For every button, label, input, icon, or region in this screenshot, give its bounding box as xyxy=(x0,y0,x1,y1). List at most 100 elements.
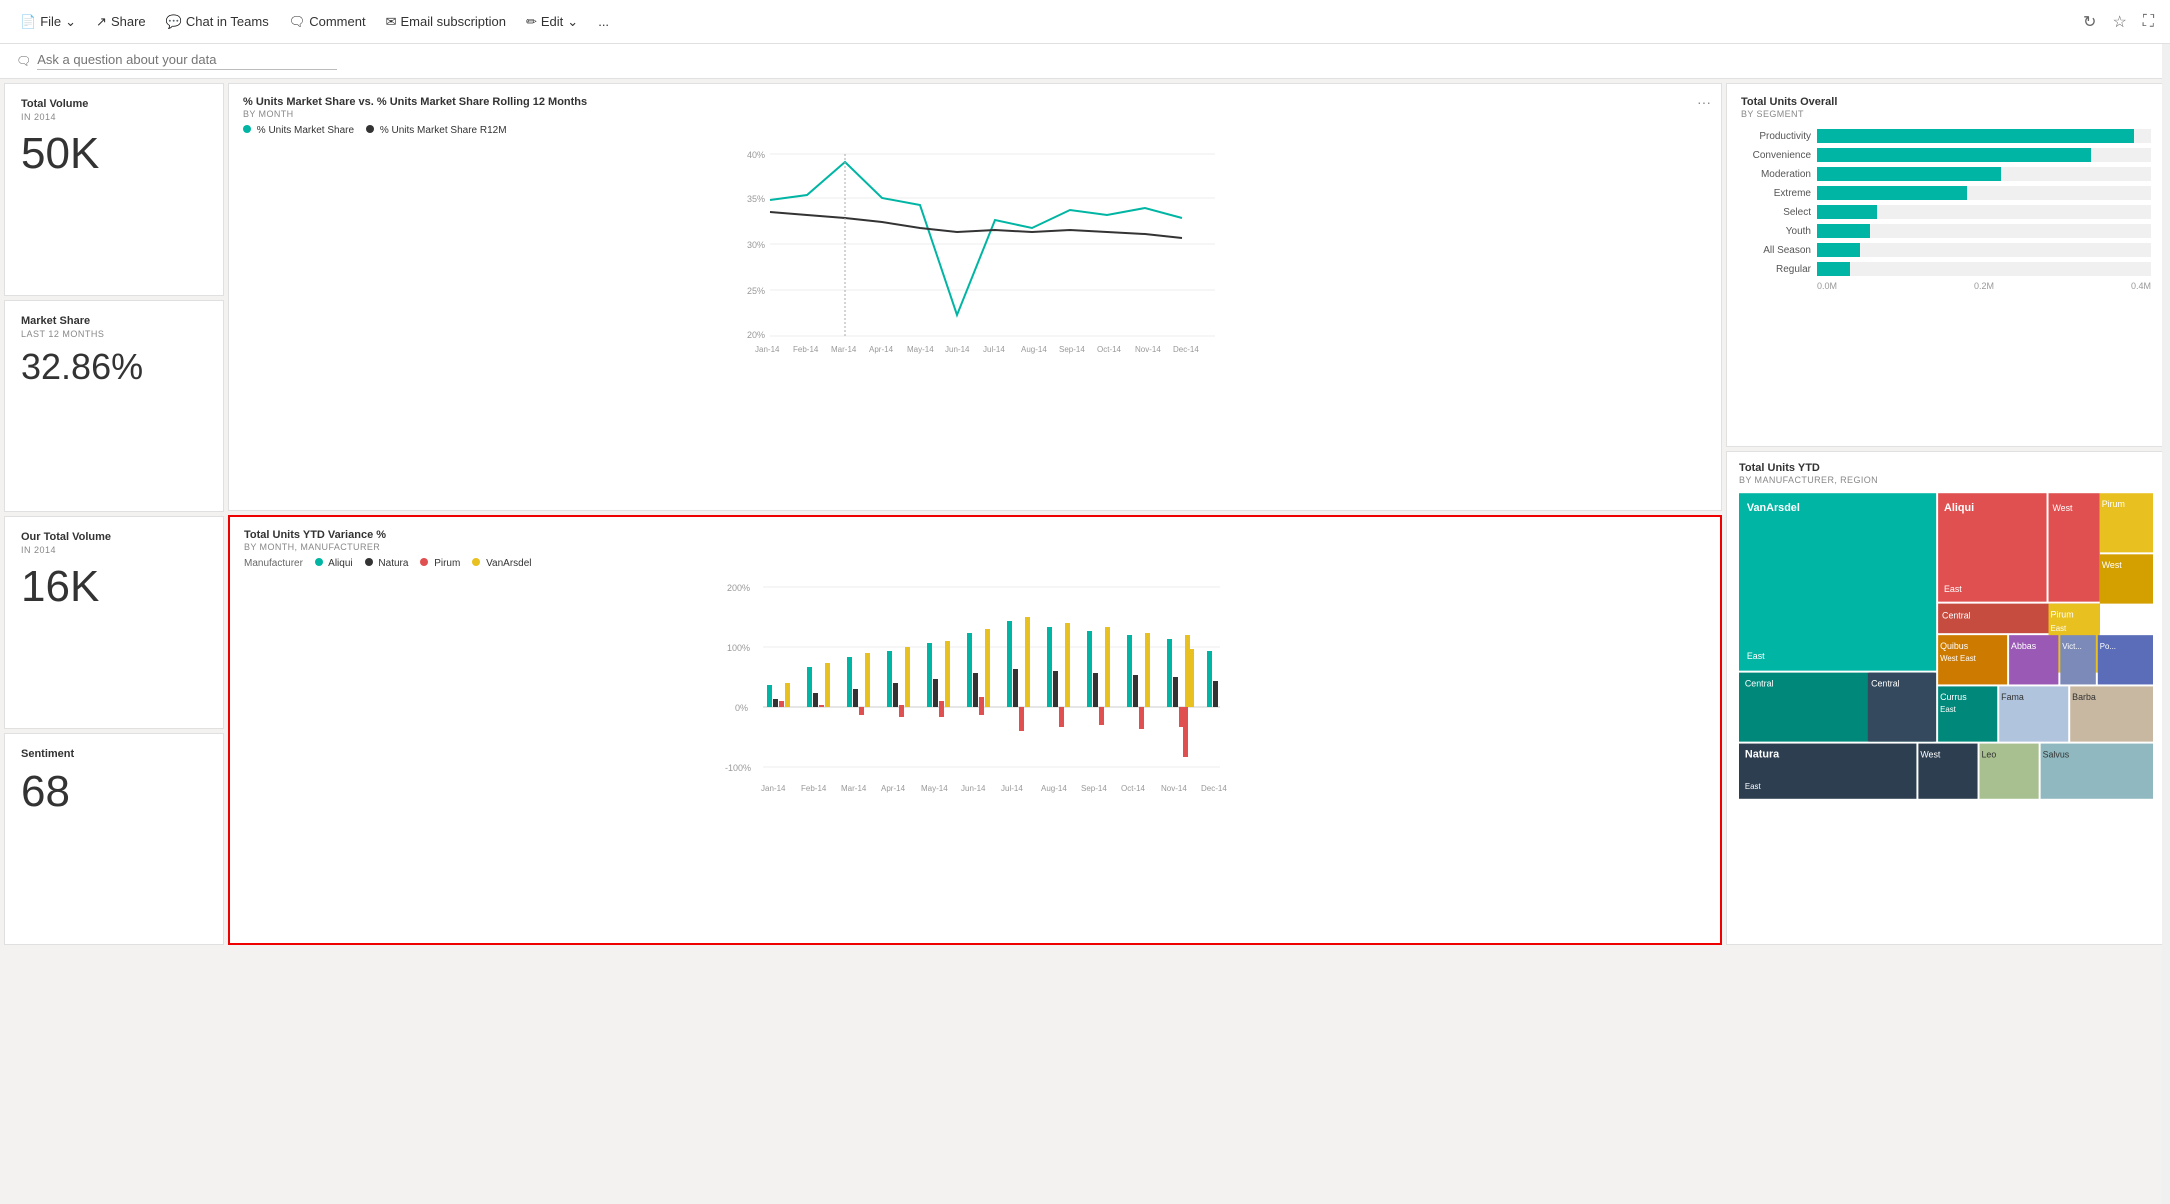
bar-track-youth xyxy=(1817,224,2151,238)
bar-fill-select xyxy=(1817,205,1877,219)
kpi-market-share: Market Share LAST 12 MONTHS 32.86% xyxy=(4,300,224,513)
bar-fill-convenience xyxy=(1817,148,2091,162)
svg-text:Central: Central xyxy=(1745,678,1774,688)
svg-text:West: West xyxy=(1920,749,1941,759)
svg-text:Oct-14: Oct-14 xyxy=(1121,784,1146,793)
legend-aliqui: Aliqui xyxy=(315,558,353,569)
svg-text:Nov-14: Nov-14 xyxy=(1135,345,1161,354)
bar-chart-overall-card[interactable]: Total Units Overall BY SEGMENT Productiv… xyxy=(1726,83,2166,447)
qa-input[interactable] xyxy=(37,52,337,70)
svg-text:Fama: Fama xyxy=(2001,692,2024,702)
bar-fill-productivity xyxy=(1817,129,2134,143)
file-chevron: ⌄ xyxy=(65,14,76,30)
svg-text:East: East xyxy=(1747,650,1765,660)
grouped-bar-legend: Manufacturer Aliqui Natura Pirum VanArsd… xyxy=(244,558,1706,569)
scrollbar[interactable] xyxy=(2162,44,2170,1204)
svg-text:Vict...: Vict... xyxy=(2062,641,2082,650)
grouped-bar-subtitle: BY MONTH, MANUFACTURER xyxy=(244,542,1706,552)
label-aliqui: Aliqui xyxy=(328,558,352,569)
share-button[interactable]: ↗ Share xyxy=(88,10,154,34)
grouped-bar-svg: 200% 100% 0% -100% xyxy=(244,573,1706,813)
share-icon: ↗ xyxy=(96,14,107,30)
svg-text:Jul-14: Jul-14 xyxy=(983,345,1005,354)
bar-label-convenience: Convenience xyxy=(1741,150,1811,161)
refresh-icon[interactable]: ↻ xyxy=(2079,8,2100,36)
email-subscription-button[interactable]: ✉ Email subscription xyxy=(378,10,514,34)
svg-text:Po...: Po... xyxy=(2100,641,2116,650)
bar-row-convenience: Convenience xyxy=(1741,148,2151,162)
more-options-button[interactable]: ... xyxy=(590,10,617,33)
label-natura: Natura xyxy=(378,558,408,569)
left-column: Total Volume IN 2014 50K Market Share LA… xyxy=(4,83,224,945)
comment-icon: 🗨 xyxy=(289,14,306,30)
kpi3-sublabel: IN 2014 xyxy=(21,545,207,555)
bar-fill-moderation xyxy=(1817,167,2001,181)
file-label: File xyxy=(40,14,61,29)
legend-natura: Natura xyxy=(365,558,409,569)
treemap-svg: VanArsdel East Central West Aliqui East … xyxy=(1739,491,2153,801)
treemap-subtitle: BY MANUFACTURER, REGION xyxy=(1739,475,2153,485)
bar-row-allseason: All Season xyxy=(1741,243,2151,257)
middle-column: % Units Market Share vs. % Units Market … xyxy=(228,83,1722,945)
top-bar-right: ↻ ☆ ⛶ xyxy=(2079,8,2158,36)
svg-text:20%: 20% xyxy=(747,330,765,340)
chat-teams-label: Chat in Teams xyxy=(186,14,269,29)
grouped-bar-title: Total Units YTD Variance % xyxy=(244,529,1706,541)
kpi-our-total-volume: Our Total Volume IN 2014 16K xyxy=(4,516,224,729)
label-pirum: Pirum xyxy=(434,558,460,569)
edit-button[interactable]: ✏ Edit ⌄ xyxy=(518,10,586,34)
svg-text:Aug-14: Aug-14 xyxy=(1041,784,1067,793)
file-menu[interactable]: 📄 File ⌄ xyxy=(12,10,84,34)
bar-label-productivity: Productivity xyxy=(1741,131,1811,142)
svg-text:Barba: Barba xyxy=(2072,692,2096,702)
star-icon[interactable]: ☆ xyxy=(2108,8,2130,36)
kpi2-value: 32.86% xyxy=(21,347,207,387)
more-options-icon[interactable]: ··· xyxy=(1697,94,1711,110)
right-column: Total Units Overall BY SEGMENT Productiv… xyxy=(1726,83,2166,945)
svg-text:Currus: Currus xyxy=(1940,692,1967,702)
svg-text:Dec-14: Dec-14 xyxy=(1201,784,1227,793)
svg-text:Mar-14: Mar-14 xyxy=(831,345,857,354)
kpi-sentiment: Sentiment 68 xyxy=(4,733,224,946)
svg-text:May-14: May-14 xyxy=(907,345,934,354)
bar-label-moderation: Moderation xyxy=(1741,169,1811,180)
legend-dot-1 xyxy=(243,125,251,133)
dot-vanarsdel xyxy=(472,558,480,566)
kpi1-value: 50K xyxy=(21,130,207,178)
svg-text:Jun-14: Jun-14 xyxy=(961,784,986,793)
dot-pirum xyxy=(420,558,428,566)
svg-text:30%: 30% xyxy=(747,240,765,250)
svg-text:Pirum: Pirum xyxy=(2050,609,2073,619)
axis-0m: 0.0M xyxy=(1817,281,1837,291)
svg-text:Jan-14: Jan-14 xyxy=(755,345,780,354)
bar-track-productivity xyxy=(1817,129,2151,143)
svg-text:Leo: Leo xyxy=(1981,749,1996,759)
bar-chart-overall-subtitle: BY SEGMENT xyxy=(1741,109,2151,119)
email-icon: ✉ xyxy=(386,14,397,30)
svg-text:35%: 35% xyxy=(747,194,765,204)
chat-teams-button[interactable]: 💬 Chat in Teams xyxy=(158,10,277,34)
svg-text:West East: West East xyxy=(1940,653,1977,662)
grouped-bar-chart-card[interactable]: Total Units YTD Variance % BY MONTH, MAN… xyxy=(228,515,1722,945)
bar-row-moderation: Moderation xyxy=(1741,167,2151,181)
bar-row-extreme: Extreme xyxy=(1741,186,2151,200)
legend-dot-2 xyxy=(366,125,374,133)
treemap-body: VanArsdel East Central West Aliqui East … xyxy=(1739,491,2153,801)
expand-icon[interactable]: ⛶ xyxy=(2139,9,2158,35)
comment-button[interactable]: 🗨 Comment xyxy=(281,10,374,34)
edit-icon: ✏ xyxy=(526,14,537,30)
svg-text:Central: Central xyxy=(1942,610,1971,620)
svg-text:Feb-14: Feb-14 xyxy=(793,345,819,354)
svg-text:Sep-14: Sep-14 xyxy=(1059,345,1085,354)
line-chart-card[interactable]: % Units Market Share vs. % Units Market … xyxy=(228,83,1722,511)
axis-04m: 0.4M xyxy=(2131,281,2151,291)
treemap-card[interactable]: Total Units YTD BY MANUFACTURER, REGION … xyxy=(1726,451,2166,946)
svg-text:Sep-14: Sep-14 xyxy=(1081,784,1107,793)
treemap-title: Total Units YTD xyxy=(1739,462,2153,474)
svg-text:Mar-14: Mar-14 xyxy=(841,784,867,793)
more-label: ... xyxy=(598,14,609,29)
line-chart-subtitle: BY MONTH xyxy=(243,109,1707,119)
bar-row-youth: Youth xyxy=(1741,224,2151,238)
svg-text:200%: 200% xyxy=(727,583,750,593)
bar-fill-youth xyxy=(1817,224,1870,238)
